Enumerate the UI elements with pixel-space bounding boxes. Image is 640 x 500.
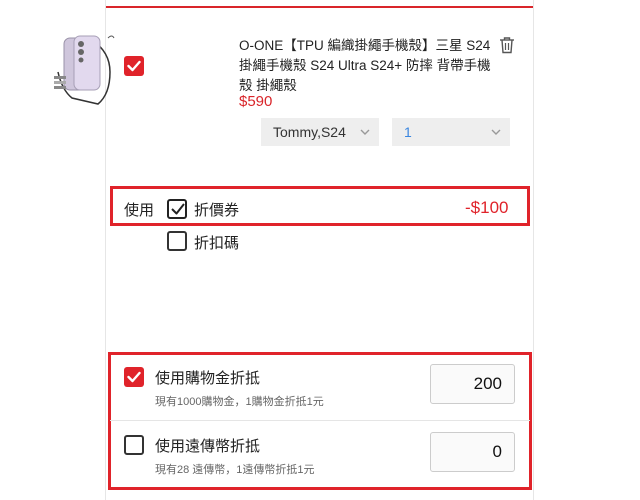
coins-label[interactable]: 使用遠傳幣折抵 <box>155 435 260 456</box>
product-price: $590 <box>239 93 273 110</box>
chevron-down-icon <box>360 129 370 135</box>
shopping-credit-label[interactable]: 使用購物金折抵 <box>155 367 260 388</box>
coupon-label[interactable]: 折價券 <box>194 199 239 220</box>
check-icon <box>171 203 185 215</box>
variant-select[interactable]: Tommy,S24 <box>261 118 379 146</box>
top-accent-line <box>106 6 533 8</box>
shopping-credit-input[interactable]: 200 <box>430 364 515 404</box>
shopping-credit-checkbox[interactable] <box>124 367 144 387</box>
discount-code-label[interactable]: 折扣碼 <box>194 232 239 253</box>
check-icon <box>127 60 141 72</box>
quantity-select[interactable]: 1 <box>392 118 510 146</box>
use-label: 使用 <box>124 202 155 219</box>
check-icon <box>127 371 141 383</box>
product-title[interactable]: O-ONE【TPU 編織掛繩手機殼】三星 S24 掛繩手機殼 S24 Ultra… <box>239 36 501 96</box>
coins-checkbox[interactable] <box>124 435 144 455</box>
points-divider <box>110 420 530 421</box>
coins-note: 現有28 遠傳幣，1遠傳幣折抵1元 <box>155 464 315 476</box>
coupon-checkbox[interactable] <box>167 199 187 219</box>
coupon-amount: -$100 <box>465 198 509 217</box>
discount-code-checkbox[interactable] <box>167 231 187 251</box>
variant-value: Tommy,S24 <box>273 124 346 140</box>
item-checkbox[interactable] <box>124 56 144 76</box>
coins-input[interactable]: 0 <box>430 432 515 472</box>
trash-icon[interactable] <box>499 36 515 54</box>
shopping-credit-note: 現有1000購物金，1購物金折抵1元 <box>155 396 324 408</box>
quantity-value: 1 <box>404 124 412 140</box>
product-image <box>54 35 115 105</box>
chevron-down-icon <box>491 129 501 135</box>
